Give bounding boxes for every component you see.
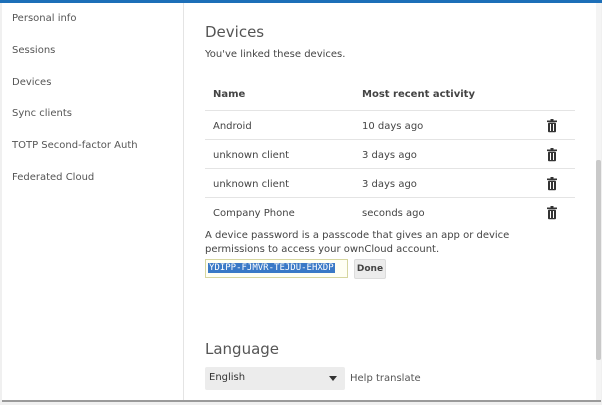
column-header-name: Name [213, 89, 246, 100]
table-row: unknown client 3 days ago [205, 139, 575, 169]
language-title: Language [205, 340, 280, 358]
scrollbar-thumb[interactable] [596, 160, 601, 360]
help-translate-link[interactable]: Help translate [350, 373, 421, 384]
table-row: Android 10 days ago [205, 110, 575, 140]
scrollbar[interactable] [596, 3, 601, 400]
trash-icon[interactable] [546, 177, 558, 191]
device-activity: seconds ago [362, 208, 425, 219]
trash-icon[interactable] [546, 206, 558, 220]
device-password-value: YDIPP-FJMVR-TEJDU-EHXDP [208, 263, 335, 273]
device-activity: 3 days ago [362, 150, 417, 161]
device-name: unknown client [213, 150, 290, 161]
done-button[interactable]: Done [354, 259, 386, 279]
main-content: Devices You've linked these devices. Nam… [184, 3, 596, 400]
sidebar-item-sync-clients[interactable]: Sync clients [12, 108, 72, 119]
device-name: unknown client [213, 179, 290, 190]
table-row: Company Phone seconds ago [205, 197, 575, 227]
device-password-field[interactable]: YDIPP-FJMVR-TEJDU-EHXDP [205, 259, 348, 278]
language-select[interactable]: English [205, 367, 345, 390]
bottom-divider [2, 400, 601, 402]
sidebar-item-personal-info[interactable]: Personal info [12, 13, 76, 24]
device-password-note: A device password is a passcode that giv… [205, 230, 510, 255]
table-row: unknown client 3 days ago [205, 168, 575, 198]
devices-title: Devices [205, 23, 265, 41]
device-activity: 3 days ago [362, 179, 417, 190]
sidebar-item-devices[interactable]: Devices [12, 77, 51, 88]
trash-icon[interactable] [546, 119, 558, 133]
sidebar-item-sessions[interactable]: Sessions [12, 45, 55, 56]
chevron-down-icon [329, 376, 337, 381]
device-name: Company Phone [213, 208, 295, 219]
device-activity: 10 days ago [362, 121, 424, 132]
devices-subtitle: You've linked these devices. [205, 49, 346, 60]
column-header-activity: Most recent activity [362, 89, 475, 100]
device-name: Android [213, 121, 252, 132]
sidebar-item-federated-cloud[interactable]: Federated Cloud [12, 172, 94, 183]
sidebar-item-totp[interactable]: TOTP Second-factor Auth [12, 140, 138, 151]
language-selected-value: English [209, 372, 246, 383]
settings-sidebar: Personal info Sessions Devices Sync clie… [2, 3, 184, 400]
trash-icon[interactable] [546, 148, 558, 162]
